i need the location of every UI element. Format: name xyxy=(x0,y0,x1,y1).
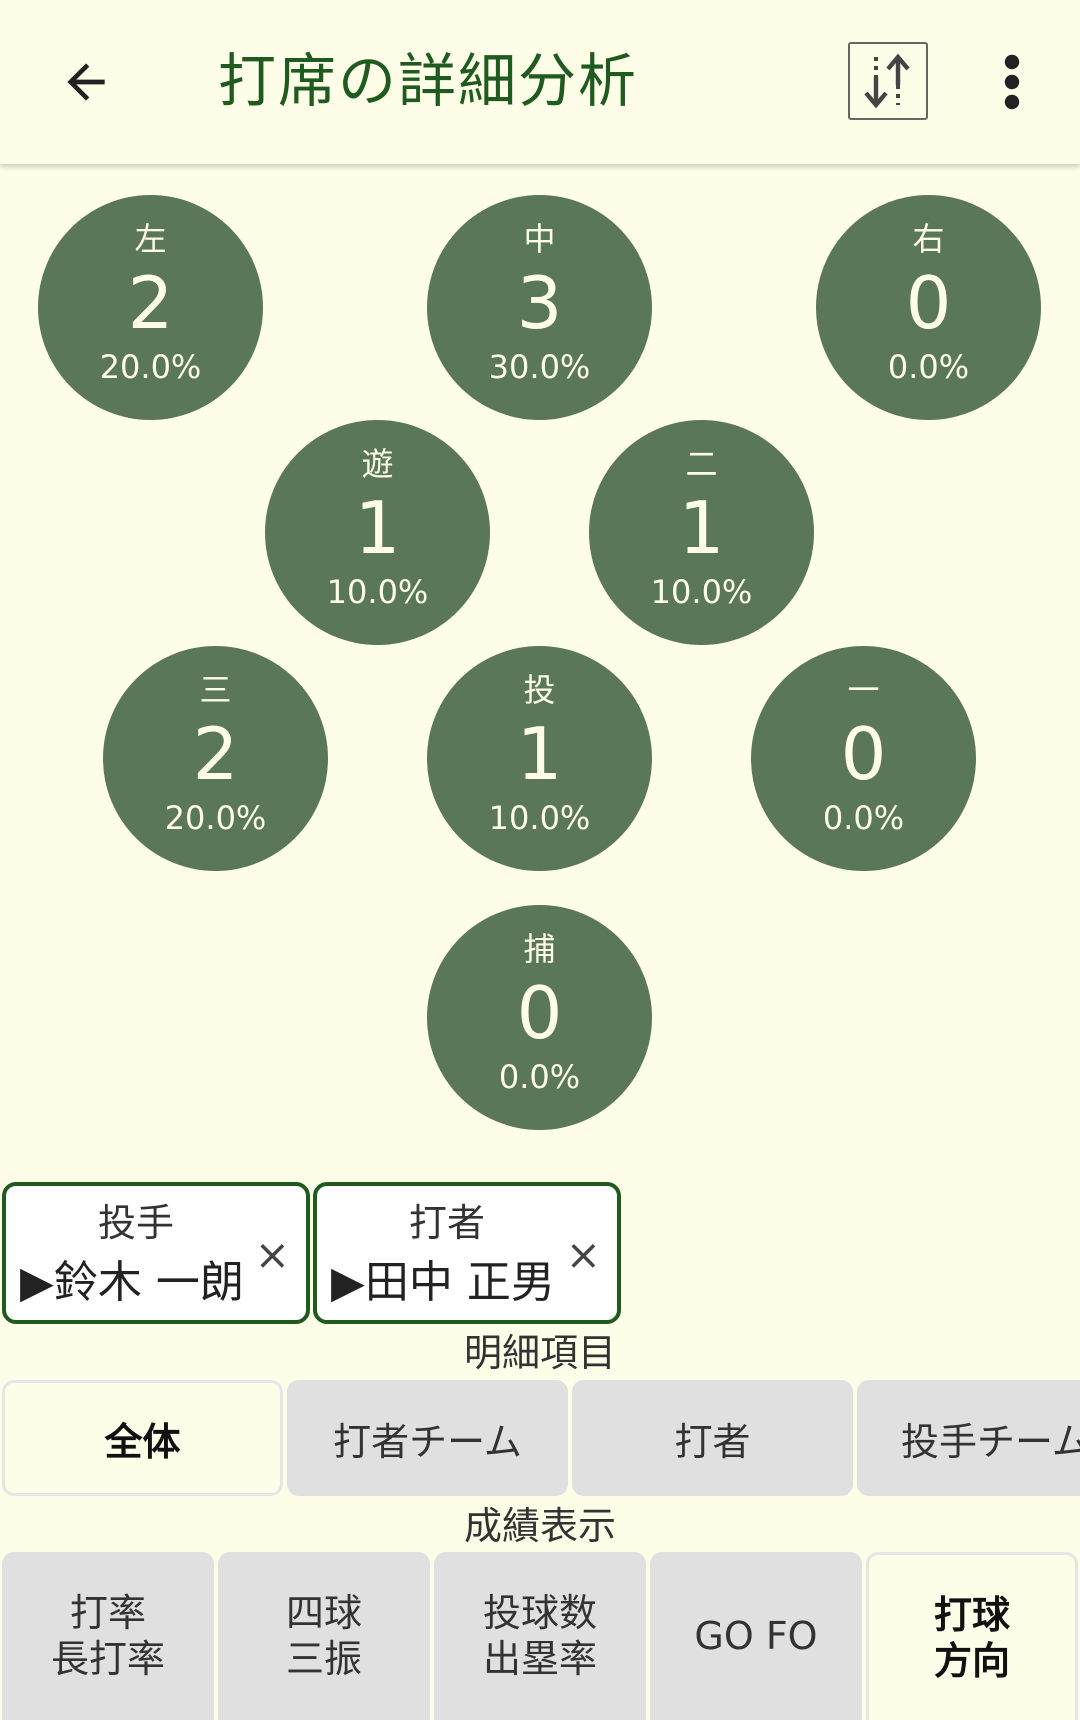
filter-value: ▶田中 正男 xyxy=(331,1257,555,1308)
filter-label: 投手 xyxy=(97,1201,174,1245)
position-label: 三 xyxy=(199,671,232,709)
stat-line: GO FO xyxy=(694,1614,818,1658)
filter-label: 打者 xyxy=(408,1201,485,1245)
filter-value: ▶鈴木 一朗 xyxy=(20,1257,244,1308)
position-label: 中 xyxy=(523,220,556,258)
stat-go-fo-button[interactable]: GO FO xyxy=(650,1552,862,1720)
more-options-button[interactable] xyxy=(986,42,1038,122)
hit-percent: 10.0% xyxy=(650,573,753,611)
position-label: 遊 xyxy=(361,445,394,483)
stat-bb-so-button[interactable]: 四球 三振 xyxy=(218,1552,430,1720)
stat-pitches-obp-button[interactable]: 投球数 出塁率 xyxy=(434,1552,646,1720)
field-pitcher[interactable]: 投 1 10.0% xyxy=(427,646,652,871)
hit-percent: 20.0% xyxy=(99,348,202,386)
field-first[interactable]: 一 0 0.0% xyxy=(751,646,976,871)
stats-section-label: 成績表示 xyxy=(463,1504,616,1548)
field-center[interactable]: 中 3 30.0% xyxy=(427,195,652,420)
hit-percent: 10.0% xyxy=(488,799,591,837)
stat-line: 三振 xyxy=(285,1637,362,1681)
stat-line: 打率 xyxy=(69,1591,146,1635)
arrow-left-icon xyxy=(67,63,105,101)
swap-vertical-icon xyxy=(864,53,910,109)
field-right[interactable]: 右 0 0.0% xyxy=(816,195,1041,420)
stat-line: 長打率 xyxy=(50,1637,165,1681)
stat-line: 打球 xyxy=(933,1592,1010,1637)
hit-count: 3 xyxy=(516,261,563,345)
app-bar: 打席の詳細分析 xyxy=(0,0,1080,164)
position-label: 二 xyxy=(685,445,718,483)
close-icon[interactable]: × xyxy=(255,1232,290,1278)
batter-filter-chip[interactable]: 打者 ▶田中 正男 × xyxy=(313,1182,621,1324)
field-third[interactable]: 三 2 20.0% xyxy=(103,646,328,871)
back-button[interactable] xyxy=(46,42,126,122)
close-icon[interactable]: × xyxy=(566,1232,601,1278)
position-label: 左 xyxy=(134,220,167,258)
position-label: 右 xyxy=(912,220,945,258)
hit-count: 1 xyxy=(354,486,401,570)
tab-batter-team[interactable]: 打者チーム xyxy=(287,1380,568,1496)
hit-count: 0 xyxy=(516,971,563,1055)
field-left[interactable]: 左 2 20.0% xyxy=(38,195,263,420)
hit-count: 1 xyxy=(678,486,725,570)
stat-line: 方向 xyxy=(933,1638,1010,1683)
position-label: 捕 xyxy=(523,930,556,968)
stat-avg-slg-button[interactable]: 打率 長打率 xyxy=(2,1552,214,1720)
hit-percent: 0.0% xyxy=(822,799,905,837)
hit-percent: 20.0% xyxy=(164,799,267,837)
field-catcher[interactable]: 捕 0 0.0% xyxy=(427,905,652,1130)
tab-all[interactable]: 全体 xyxy=(2,1380,283,1496)
stat-direction-button[interactable]: 打球 方向 xyxy=(866,1552,1078,1720)
pitcher-filter-chip[interactable]: 投手 ▶鈴木 一朗 × xyxy=(2,1182,310,1324)
hit-percent: 0.0% xyxy=(498,1058,581,1096)
hit-count: 2 xyxy=(127,261,174,345)
tab-batter[interactable]: 打者 xyxy=(572,1380,853,1496)
swap-order-button[interactable] xyxy=(848,42,928,120)
field-second[interactable]: 二 1 10.0% xyxy=(589,420,814,645)
hit-count: 2 xyxy=(192,712,239,796)
field-shortstop[interactable]: 遊 1 10.0% xyxy=(265,420,490,645)
hit-percent: 30.0% xyxy=(488,348,591,386)
hit-count: 0 xyxy=(840,712,887,796)
page-title: 打席の詳細分析 xyxy=(218,47,639,115)
stat-line: 出塁率 xyxy=(482,1637,597,1681)
hit-count: 1 xyxy=(516,712,563,796)
hit-percent: 0.0% xyxy=(887,348,970,386)
position-label: 一 xyxy=(847,671,880,709)
hit-count: 0 xyxy=(905,261,952,345)
stat-line: 投球数 xyxy=(482,1591,597,1635)
stat-line: 四球 xyxy=(285,1591,362,1635)
hit-percent: 10.0% xyxy=(326,573,429,611)
position-label: 投 xyxy=(523,671,556,709)
more-vert-icon xyxy=(1004,54,1020,110)
tab-pitcher-team[interactable]: 投手チーム xyxy=(857,1380,1080,1496)
detail-section-label: 明細項目 xyxy=(463,1331,616,1375)
